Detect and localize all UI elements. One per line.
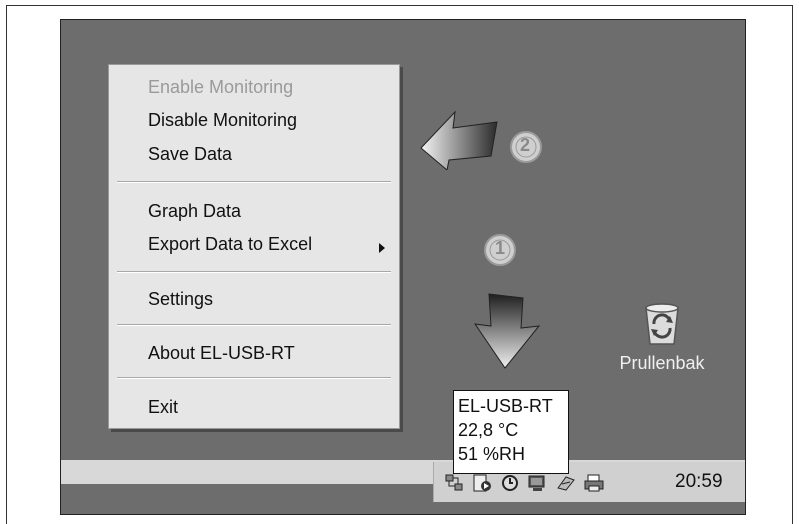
- submenu-arrow-icon: [379, 243, 385, 253]
- menu-separator: [117, 181, 391, 183]
- menu-separator: [117, 271, 391, 273]
- recycle-bin[interactable]: Prullenbak: [607, 300, 717, 374]
- taskbar-clock[interactable]: 20:59: [675, 471, 723, 493]
- el-usb-logger-icon[interactable]: [472, 474, 492, 492]
- menu-item-export-excel[interactable]: Export Data to Excel: [148, 234, 312, 255]
- callout-2-number: 2: [520, 135, 531, 155]
- connection-icon[interactable]: [556, 474, 576, 492]
- menu-item-save-data[interactable]: Save Data: [148, 144, 232, 165]
- menu-separator: [117, 324, 391, 326]
- device-tooltip: EL-USB-RT 22,8 °C 51 %RH: [453, 390, 569, 474]
- tooltip-humidity: 51 %RH: [458, 444, 526, 464]
- recycle-bin-label: Prullenbak: [619, 353, 705, 373]
- network-icon[interactable]: [444, 474, 464, 492]
- display-icon[interactable]: [528, 474, 548, 492]
- callout-arrow-down-icon: [473, 293, 541, 369]
- callout-1-number: 1: [495, 238, 506, 258]
- desktop: 2 1 Prullenbak Enable Monitoring Disable…: [60, 19, 746, 515]
- recycle-bin-icon: [645, 303, 679, 345]
- menu-item-disable-monitoring[interactable]: Disable Monitoring: [148, 110, 297, 131]
- printer-icon[interactable]: [584, 474, 604, 492]
- menu-separator: [117, 377, 391, 379]
- menu-item-about[interactable]: About EL-USB-RT: [148, 343, 295, 364]
- context-menu: Enable Monitoring Disable Monitoring Sav…: [108, 64, 400, 429]
- tooltip-device-name: EL-USB-RT: [458, 396, 553, 416]
- menu-item-enable-monitoring[interactable]: Enable Monitoring: [148, 77, 293, 98]
- menu-item-graph-data[interactable]: Graph Data: [148, 201, 241, 222]
- clock-sync-icon[interactable]: [500, 474, 520, 492]
- menu-item-exit[interactable]: Exit: [148, 397, 178, 418]
- menu-item-settings[interactable]: Settings: [148, 289, 213, 310]
- tooltip-temperature: 22,8 °C: [458, 420, 519, 440]
- callout-arrow-left-icon: [420, 110, 498, 170]
